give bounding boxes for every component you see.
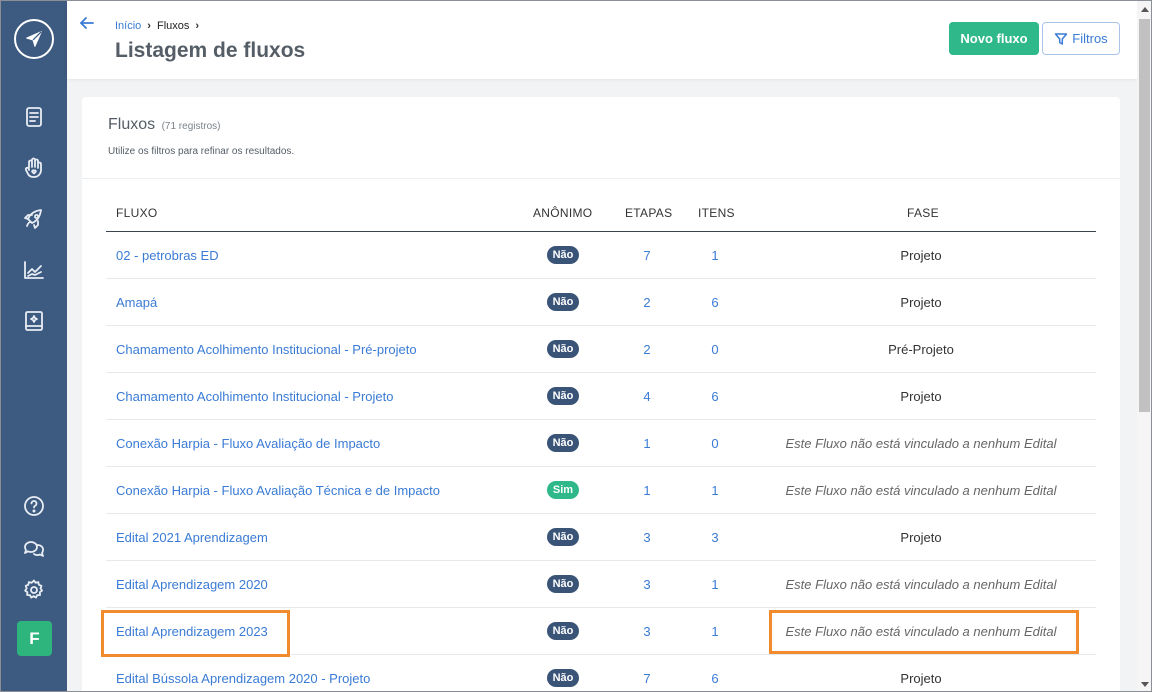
- scroll-thumb[interactable]: [1139, 19, 1150, 412]
- chat-icon[interactable]: [20, 534, 48, 562]
- table-row[interactable]: Conexão Harpia - Fluxo Avaliação de Impa…: [106, 420, 1096, 467]
- filters-button-label: Filtros: [1072, 31, 1108, 46]
- flow-name-link[interactable]: Edital Aprendizagem 2020: [116, 561, 268, 607]
- flow-name-link[interactable]: Chamamento Acolhimento Institucional - P…: [116, 326, 417, 372]
- card-header: Fluxos (71 registros) Utilize os filtros…: [82, 97, 1120, 179]
- breadcrumb-separator: ›: [147, 20, 151, 32]
- new-flow-button[interactable]: Novo fluxo: [949, 22, 1039, 55]
- table-row[interactable]: 02 - petrobras ED Não 7 1 Projeto: [106, 232, 1096, 279]
- anonymous-badge: Não: [546, 434, 580, 452]
- help-icon[interactable]: [20, 492, 48, 520]
- breadcrumb-home[interactable]: Início: [115, 20, 141, 32]
- page-title: Listagem de fluxos: [115, 39, 306, 62]
- flows-table: FLUXO ANÔNIMO ETAPAS ITENS FASE 02 - pet…: [106, 195, 1096, 691]
- page-header: Início › Fluxos › Listagem de fluxos Nov…: [67, 1, 1137, 79]
- anonymous-badge: Não: [546, 340, 580, 358]
- column-header-flow[interactable]: FLUXO: [116, 206, 158, 220]
- record-count: (71 registros): [161, 121, 221, 132]
- table-row[interactable]: Edital 2021 Aprendizagem Não 3 3 Projeto: [106, 514, 1096, 561]
- breadcrumb-current: Fluxos: [156, 20, 190, 32]
- table-row[interactable]: Edital Aprendizagem 2023 Não 3 1 Este Fluxo …: [106, 608, 1096, 655]
- book-sparkle-icon[interactable]: [20, 307, 48, 335]
- sidebar: F: [1, 1, 67, 691]
- flow-name-link[interactable]: Conexão Harpia - Fluxo Avaliação de Impa…: [116, 420, 380, 466]
- table-row[interactable]: Amapá Não 2 6 Projeto: [106, 279, 1096, 326]
- flow-name-link[interactable]: 02 - petrobras ED: [116, 232, 219, 278]
- filter-icon: [1055, 32, 1068, 45]
- flow-name-link[interactable]: Conexão Harpia - Fluxo Avaliação Técnica…: [116, 467, 440, 513]
- scroll-down-button[interactable]: [1137, 676, 1151, 691]
- anonymous-badge: Não: [546, 669, 580, 687]
- back-arrow-icon[interactable]: [79, 15, 99, 35]
- filters-button[interactable]: Filtros: [1042, 22, 1120, 55]
- table-row[interactable]: Edital Aprendizagem 2020 Não 3 1 Este Fluxo …: [106, 561, 1096, 608]
- anonymous-badge: Não: [546, 293, 580, 311]
- rocket-icon[interactable]: [20, 205, 48, 233]
- flow-name-link[interactable]: Chamamento Acolhimento Institucional - P…: [116, 373, 393, 419]
- flow-name-link[interactable]: Edital 2021 Aprendizagem: [116, 514, 268, 560]
- page-scrollbar[interactable]: [1137, 1, 1151, 691]
- flow-name-link[interactable]: Edital Aprendizagem 2023: [116, 608, 268, 654]
- table-header: FLUXO ANÔNIMO ETAPAS ITENS FASE: [106, 195, 1096, 232]
- column-header-anonymous[interactable]: ANÔNIMO: [533, 206, 592, 220]
- scroll-up-button[interactable]: [1137, 1, 1151, 18]
- anonymous-badge: Não: [546, 387, 580, 405]
- app-window: F Início › Fluxos › Listagem de fluxos N…: [0, 0, 1152, 692]
- anonymous-badge: Não: [546, 528, 580, 546]
- anonymous-badge: Não: [546, 246, 580, 264]
- column-header-items[interactable]: ITENS: [698, 206, 735, 220]
- chart-line-icon[interactable]: [20, 256, 48, 284]
- anonymous-badge: Sim: [546, 481, 580, 499]
- card-hint: Utilize os filtros para refinar os resul…: [108, 146, 295, 157]
- settings-icon[interactable]: [20, 576, 48, 604]
- column-header-steps[interactable]: ETAPAS: [625, 206, 672, 220]
- table-body: 02 - petrobras ED Não 7 1 Projeto Amapá Não 2 6 P…: [106, 232, 1096, 691]
- flow-name-link[interactable]: Amapá: [116, 279, 157, 325]
- column-header-phase[interactable]: FASE: [907, 206, 939, 220]
- table-row[interactable]: Edital Bússola Aprendizagem 2020 - Proje…: [106, 655, 1096, 691]
- table-row[interactable]: Chamamento Acolhimento Institucional - P…: [106, 326, 1096, 373]
- breadcrumb-separator: ›: [195, 20, 200, 32]
- logo-send-icon[interactable]: [14, 19, 54, 59]
- flow-name-link[interactable]: Edital Bússola Aprendizagem 2020 - Proje…: [116, 655, 370, 691]
- anonymous-badge: Não: [546, 575, 580, 593]
- table-row[interactable]: Chamamento Acolhimento Institucional - P…: [106, 373, 1096, 420]
- anonymous-badge: Não: [546, 622, 580, 640]
- card-title: Fluxos (71 registros): [108, 116, 220, 134]
- document-icon[interactable]: [20, 103, 48, 131]
- breadcrumb: Início › Fluxos ›: [115, 20, 199, 32]
- card-title-text: Fluxos: [108, 116, 156, 133]
- avatar[interactable]: F: [17, 621, 52, 656]
- flows-card: Fluxos (71 registros) Utilize os filtros…: [82, 97, 1120, 691]
- hand-heart-icon[interactable]: [20, 154, 48, 182]
- table-row[interactable]: Conexão Harpia - Fluxo Avaliação Técnica…: [106, 467, 1096, 514]
